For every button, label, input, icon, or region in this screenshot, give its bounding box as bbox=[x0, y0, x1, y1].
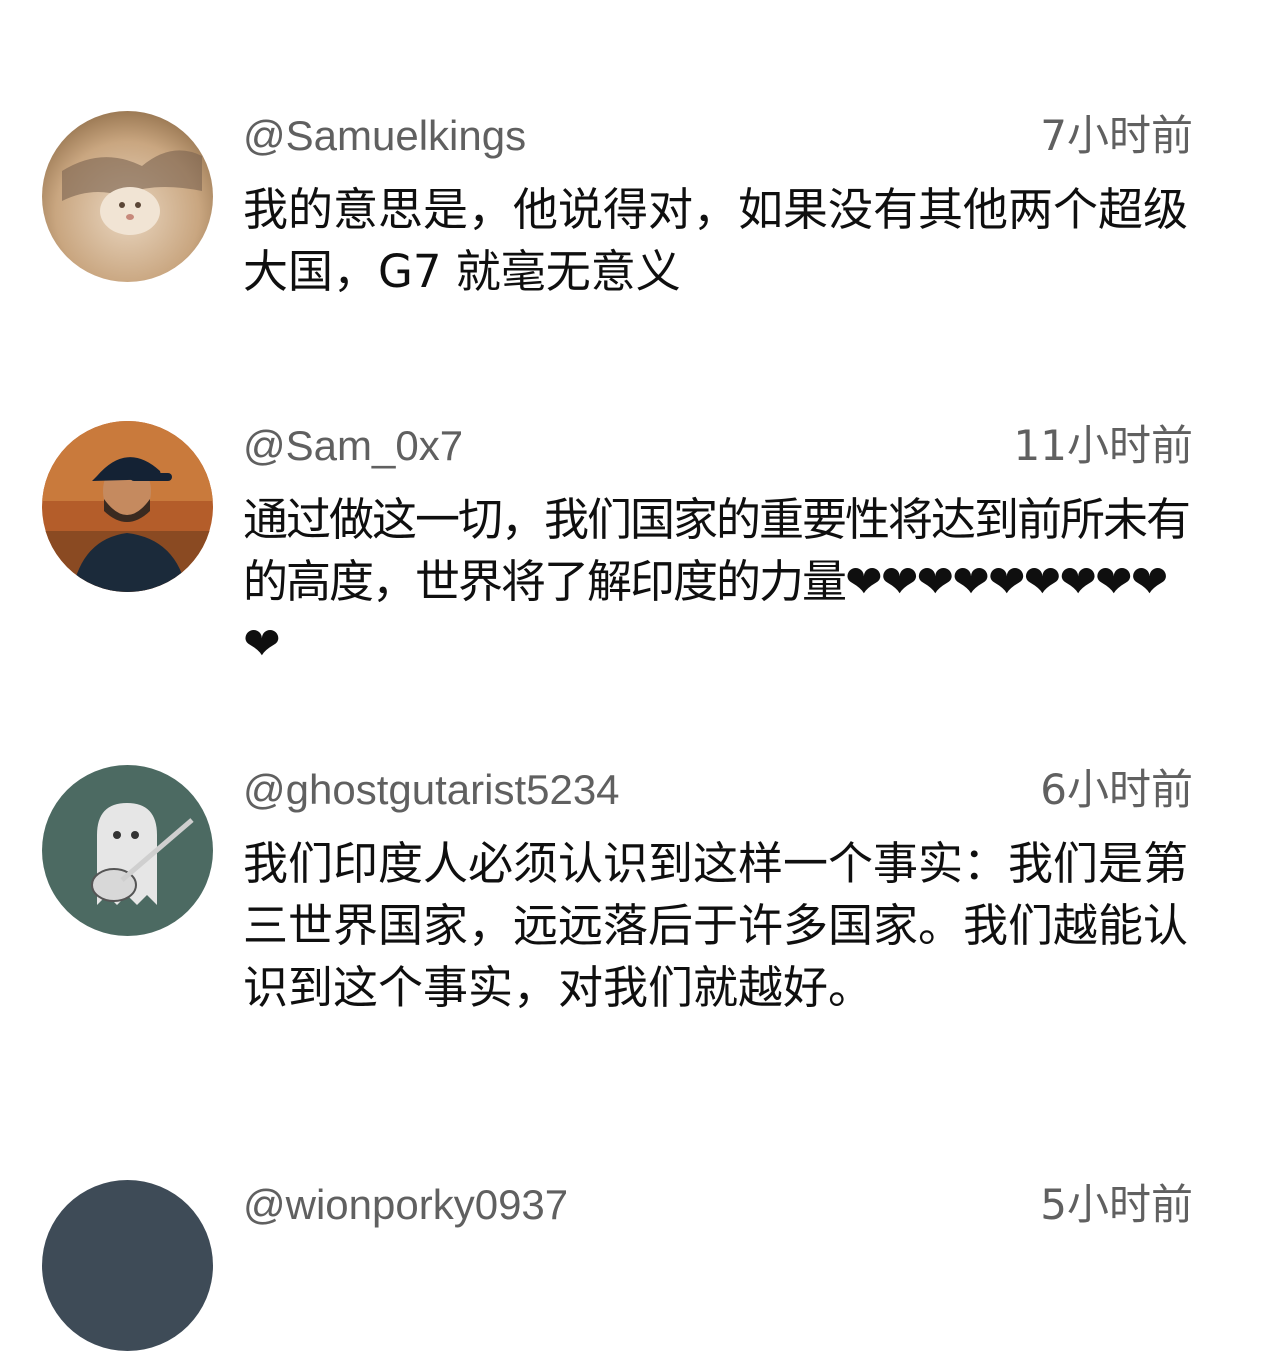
cat-photo-avatar-icon bbox=[42, 111, 213, 282]
man-with-cap-avatar-icon bbox=[42, 421, 213, 592]
avatar[interactable] bbox=[42, 1180, 213, 1351]
author-name[interactable]: @Samuelkings bbox=[243, 106, 526, 166]
comment-text: 我的意思是，他说得对，如果没有其他两个超级大国，G7 就毫无意义 bbox=[243, 183, 1189, 298]
comment-text: 通过做这一切，我们国家的重要性将达到前所未有的高度，世界将了解印度的力量❤❤❤❤… bbox=[243, 493, 1191, 670]
comment-header: @ghostgutarist5234 6小时前 bbox=[243, 760, 1193, 820]
partial-avatar-icon bbox=[42, 1180, 213, 1351]
avatar[interactable] bbox=[42, 111, 213, 282]
comment-time: 11小时前 bbox=[1013, 421, 1193, 470]
comment-header: @wionporky0937 5小时前 bbox=[243, 1175, 1193, 1235]
comment-text: 我们印度人必须认识到这样一个事实：我们是第三世界国家，远远落后于许多国家。我们越… bbox=[243, 837, 1189, 1014]
comment-time: 7小时前 bbox=[1040, 111, 1193, 160]
author-name[interactable]: @wionporky0937 bbox=[243, 1175, 568, 1235]
comment-time: 6小时前 bbox=[1040, 765, 1193, 814]
comment-header: @Sam_0x7 11小时前 bbox=[243, 416, 1193, 476]
author-name[interactable]: @Sam_0x7 bbox=[243, 416, 463, 476]
ghost-guitar-avatar-icon bbox=[42, 765, 213, 936]
avatar[interactable] bbox=[42, 421, 213, 592]
author-name[interactable]: @ghostgutarist5234 bbox=[243, 760, 620, 820]
comment-header: @Samuelkings 7小时前 bbox=[243, 106, 1193, 166]
comment-time: 5小时前 bbox=[1040, 1180, 1193, 1229]
avatar[interactable] bbox=[42, 765, 213, 936]
